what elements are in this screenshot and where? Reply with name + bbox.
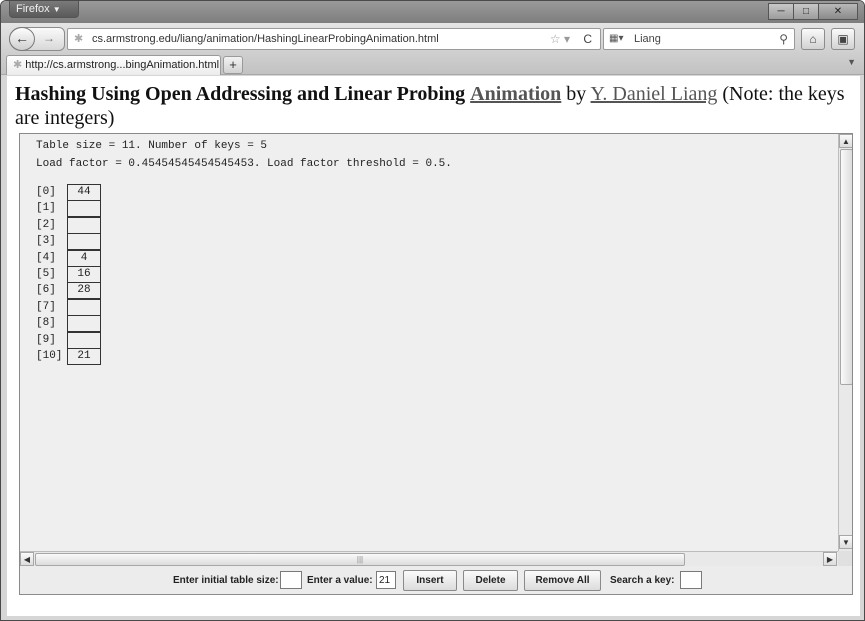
magnifier-icon[interactable]: ⚲ (779, 29, 788, 49)
site-identity-icon[interactable]: ✱ (74, 29, 83, 49)
bookmarks-button[interactable]: ▣ (831, 28, 855, 50)
remove-all-button[interactable]: Remove All (524, 570, 601, 591)
table-row-index: [3] (36, 235, 56, 247)
bookmarks-icon: ▣ (837, 32, 849, 46)
maximize-icon: □ (802, 6, 810, 17)
tab-list-dropdown-icon[interactable]: ▼ (847, 57, 856, 67)
back-forward-group: ← → (9, 27, 65, 51)
browser-window: Firefox ▼ ─ □ ✕ ← → ✱ cs.armstrong.edu/l… (0, 0, 865, 621)
close-icon: ✕ (833, 6, 843, 17)
table-cell (67, 299, 101, 316)
heading-main-text: Hashing Using Open Addressing and Linear… (15, 83, 466, 105)
url-bar[interactable]: ✱ cs.armstrong.edu/liang/animation/Hashi… (67, 28, 601, 50)
window-controls: ─ □ ✕ (768, 3, 858, 21)
scrollbar-corner (838, 551, 852, 566)
table-row-index: [5] (36, 268, 56, 280)
table-cell: 28 (67, 282, 101, 299)
initial-size-input[interactable] (280, 571, 302, 589)
table-cell (67, 233, 101, 250)
search-bar[interactable]: ▦▾ Liang ⚲ (603, 28, 795, 50)
table-row-index: [7] (36, 301, 56, 313)
minimize-icon: ─ (777, 6, 785, 17)
table-cell: 21 (67, 348, 101, 365)
table-cell: 44 (67, 184, 101, 201)
forward-arrow-icon: → (43, 31, 55, 45)
navigation-toolbar: ← → ✱ cs.armstrong.edu/liang/animation/H… (1, 23, 864, 53)
firefox-menu-label: Firefox (16, 3, 50, 15)
home-button[interactable]: ⌂ (801, 28, 825, 50)
hash-table-canvas: Table size = 11. Number of keys = 5 Load… (20, 134, 838, 551)
animation-link[interactable]: Animation (470, 83, 561, 105)
table-size-info: Table size = 11. Number of keys = 5 (36, 140, 268, 152)
table-row-index: [1] (36, 202, 56, 214)
hashing-applet: Table size = 11. Number of keys = 5 Load… (19, 133, 853, 595)
table-cell (67, 217, 101, 234)
applet-controls: Enter initial table size: Enter a value:… (20, 566, 852, 594)
firefox-menu-button[interactable]: Firefox ▼ (9, 1, 79, 18)
url-text[interactable]: cs.armstrong.edu/liang/animation/Hashing… (92, 29, 439, 49)
close-window-button[interactable]: ✕ (818, 3, 858, 20)
back-arrow-icon: ← (15, 30, 29, 46)
scroll-up-icon[interactable]: ▲ (839, 134, 852, 148)
scroll-down-icon[interactable]: ▼ (839, 535, 852, 549)
initial-size-label: Enter initial table size: (173, 575, 279, 586)
minimize-button[interactable]: ─ (768, 3, 794, 20)
search-key-input[interactable] (680, 571, 702, 589)
load-factor-info: Load factor = 0.45454545454545453. Load … (36, 158, 452, 170)
tab-hashing-animation[interactable]: ✱ http://cs.armstrong...bingAnimation.ht… (6, 55, 221, 75)
search-engine-label[interactable]: Liang (634, 29, 661, 49)
page-content: Hashing Using Open Addressing and Linear… (7, 76, 860, 616)
forward-button[interactable]: → (43, 31, 55, 45)
tab-favicon-icon: ✱ (13, 59, 23, 71)
home-icon: ⌂ (809, 32, 817, 46)
bookmark-star-icon[interactable]: ☆ ▾ (550, 29, 570, 49)
tab-title: http://cs.armstrong...bingAnimation.html (25, 59, 220, 71)
horizontal-scroll-thumb[interactable]: ||| (35, 553, 685, 566)
table-cell (67, 332, 101, 349)
scroll-right-icon[interactable]: ▶ (823, 552, 837, 566)
vertical-scrollbar[interactable]: ▲ ▼ (838, 134, 852, 551)
table-row-index: [9] (36, 334, 56, 346)
chevron-down-icon: ▼ (52, 5, 61, 14)
vertical-scroll-thumb[interactable] (840, 149, 852, 385)
table-cell: 4 (67, 250, 101, 267)
author-link[interactable]: Y. Daniel Liang (591, 83, 718, 105)
table-cell: 16 (67, 266, 101, 283)
table-cell (67, 200, 101, 217)
delete-button[interactable]: Delete (463, 570, 518, 591)
table-row-index: [8] (36, 317, 56, 329)
value-input[interactable] (376, 571, 396, 589)
table-cell (67, 315, 101, 332)
search-key-label: Search a key: (610, 575, 675, 586)
table-row-index: [10] (36, 350, 63, 362)
scroll-left-icon[interactable]: ◀ (20, 552, 34, 566)
table-row-index: [6] (36, 284, 56, 296)
table-row-index: [4] (36, 252, 56, 264)
value-label: Enter a value: (307, 575, 373, 586)
new-tab-button[interactable]: + (223, 56, 243, 74)
page-title: Hashing Using Open Addressing and Linear… (15, 82, 851, 130)
insert-button[interactable]: Insert (403, 570, 457, 591)
table-row-index: [2] (36, 219, 56, 231)
back-button[interactable]: ← (9, 27, 35, 51)
search-engine-icon[interactable]: ▦▾ (609, 29, 623, 49)
table-row-index: [0] (36, 186, 56, 198)
maximize-button[interactable]: □ (793, 3, 819, 20)
heading-by-text: by (561, 83, 591, 105)
title-bar: Firefox ▼ ─ □ ✕ (1, 1, 864, 23)
tab-strip: ✱ http://cs.armstrong...bingAnimation.ht… (1, 53, 864, 75)
horizontal-scrollbar[interactable]: ◀ ||| ▶ (20, 551, 838, 566)
reload-icon[interactable]: C (583, 29, 592, 49)
